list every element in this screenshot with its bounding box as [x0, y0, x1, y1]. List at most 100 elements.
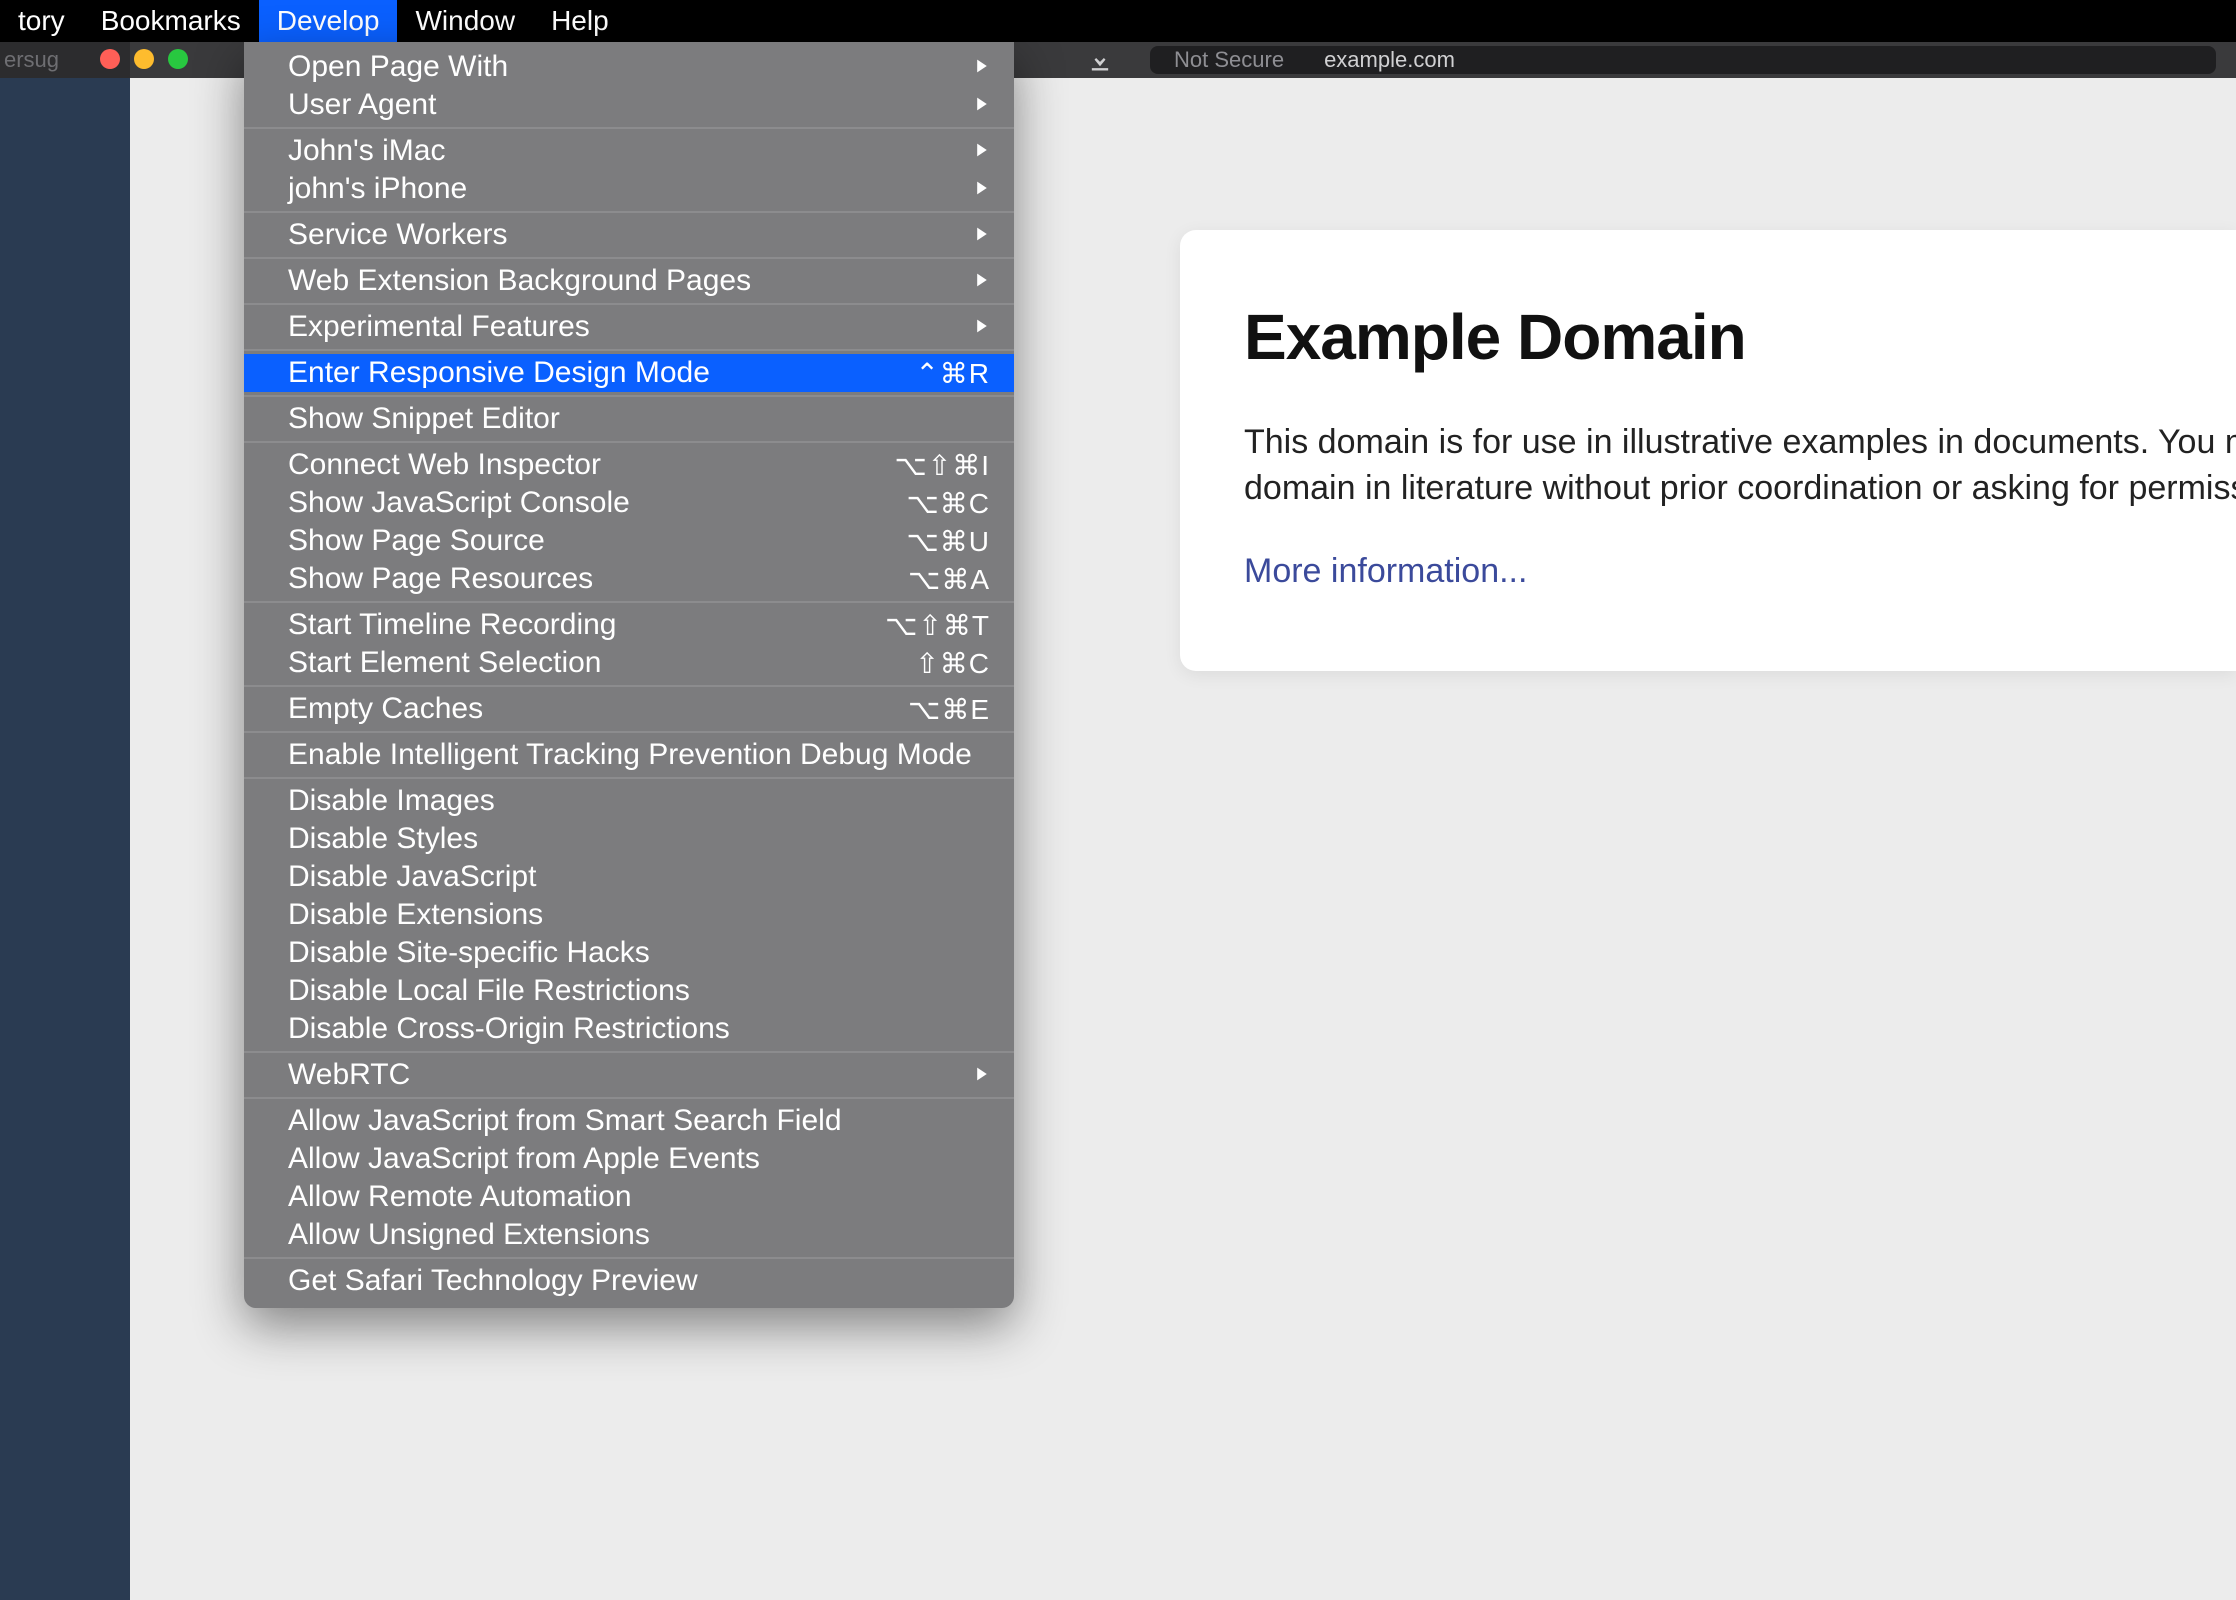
menu-item-window[interactable]: Window — [397, 0, 533, 42]
menu-item[interactable]: Connect Web Inspector ⌥⇧⌘I — [244, 446, 1014, 484]
submenu-arrow-icon — [974, 138, 990, 164]
menu-item[interactable]: john's iPhone — [244, 170, 1014, 208]
menu-separator — [244, 257, 1014, 259]
menu-item-history[interactable]: tory — [0, 0, 83, 42]
develop-menu-dropdown: Open Page WithUser Agent John's iMac john'… — [244, 42, 1014, 1308]
menu-item[interactable]: Disable Local File Restrictions — [244, 972, 1014, 1010]
menu-separator — [244, 303, 1014, 305]
menu-item[interactable]: Disable JavaScript — [244, 858, 1014, 896]
menu-item-label: User Agent — [288, 88, 436, 122]
menu-item[interactable]: Disable Extensions — [244, 896, 1014, 934]
menu-item-label: Disable Local File Restrictions — [288, 974, 690, 1008]
menu-item-label: Disable Extensions — [288, 898, 543, 932]
address-url: example.com — [1324, 47, 1455, 73]
minimize-window-button[interactable] — [134, 49, 154, 69]
menu-item[interactable]: Disable Images — [244, 782, 1014, 820]
address-bar[interactable]: Not Secure example.com — [1150, 46, 2216, 74]
menu-item-shortcut: ⌥⌘A — [908, 563, 990, 596]
close-window-button[interactable] — [100, 49, 120, 69]
menu-item-label: john's iPhone — [288, 172, 467, 206]
menu-item-label: Show JavaScript Console — [288, 486, 630, 520]
submenu-arrow-icon — [974, 222, 990, 248]
menu-item[interactable]: Disable Styles — [244, 820, 1014, 858]
menu-separator — [244, 731, 1014, 733]
menu-item[interactable]: Start Timeline Recording⌥⇧⌘T — [244, 606, 1014, 644]
menu-item[interactable]: Allow JavaScript from Smart Search Field — [244, 1102, 1014, 1140]
menu-item-label: Allow Unsigned Extensions — [288, 1218, 650, 1252]
menu-item-label: Disable JavaScript — [288, 860, 536, 894]
menu-item-label: Disable Images — [288, 784, 495, 818]
submenu-arrow-icon — [974, 314, 990, 340]
menu-item-shortcut: ⌥⇧⌘T — [885, 609, 990, 642]
menu-item[interactable]: Allow Unsigned Extensions — [244, 1216, 1014, 1254]
menu-separator — [244, 1257, 1014, 1259]
menu-item-label: Show Page Source — [288, 524, 545, 558]
menu-item[interactable]: Experimental Features — [244, 308, 1014, 346]
menu-item[interactable]: Show JavaScript Console ⌥⌘C — [244, 484, 1014, 522]
menu-separator — [244, 441, 1014, 443]
page-content-card: Example Domain This domain is for use in… — [1180, 230, 2236, 671]
menu-item[interactable]: Show Page Source⌥⌘U — [244, 522, 1014, 560]
menu-item[interactable]: Disable Site-specific Hacks — [244, 934, 1014, 972]
zoom-window-button[interactable] — [168, 49, 188, 69]
submenu-arrow-icon — [974, 1062, 990, 1088]
menu-item-label: John's iMac — [288, 134, 445, 168]
menu-separator — [244, 1097, 1014, 1099]
menu-separator — [244, 685, 1014, 687]
submenu-arrow-icon — [974, 92, 990, 118]
menu-item[interactable]: Start Element Selection⇧⌘C — [244, 644, 1014, 682]
menu-item[interactable]: Show Page Resources⌥⌘A — [244, 560, 1014, 598]
menu-item[interactable]: Web Extension Background Pages — [244, 262, 1014, 300]
menu-item[interactable]: Service Workers — [244, 216, 1014, 254]
menu-item-label: Connect Web Inspector — [288, 448, 601, 482]
menu-item[interactable]: Allow JavaScript from Apple Events — [244, 1140, 1014, 1178]
submenu-arrow-icon — [974, 268, 990, 294]
submenu-arrow-icon — [974, 176, 990, 202]
window-traffic-lights — [100, 49, 188, 69]
menu-separator — [244, 127, 1014, 129]
menu-item[interactable]: Disable Cross-Origin Restrictions — [244, 1010, 1014, 1048]
menu-item-shortcut: ⌥⌘E — [908, 693, 990, 726]
menu-item[interactable]: Allow Remote Automation — [244, 1178, 1014, 1216]
menu-item-label: Allow JavaScript from Apple Events — [288, 1142, 760, 1176]
menu-item[interactable]: Get Safari Technology Preview — [244, 1262, 1014, 1300]
menu-separator — [244, 777, 1014, 779]
page-body-text: This domain is for use in illustrative e… — [1244, 420, 2236, 512]
menu-item-label: Service Workers — [288, 218, 508, 252]
menu-item[interactable]: WebRTC — [244, 1056, 1014, 1094]
menu-item-bookmarks[interactable]: Bookmarks — [83, 0, 259, 42]
downloads-button[interactable] — [1070, 42, 1130, 78]
menu-item[interactable]: Show Snippet Editor — [244, 400, 1014, 438]
menu-item-label: Disable Cross-Origin Restrictions — [288, 1012, 730, 1046]
menu-separator — [244, 601, 1014, 603]
menu-item-label: Allow Remote Automation — [288, 1180, 632, 1214]
menu-item-shortcut: ⌃⌘R — [915, 357, 990, 390]
menu-item[interactable]: Enable Intelligent Tracking Prevention D… — [244, 736, 1014, 774]
menu-item[interactable]: User Agent — [244, 86, 1014, 124]
menu-item-develop[interactable]: Develop — [259, 0, 398, 42]
menu-item[interactable]: John's iMac — [244, 132, 1014, 170]
menubar: tory Bookmarks Develop Window Help — [0, 0, 2236, 42]
menu-separator — [244, 1051, 1014, 1053]
menu-item-shortcut: ⌥⌘C — [907, 487, 991, 520]
background-window-strip — [0, 78, 130, 1600]
menu-item-help[interactable]: Help — [533, 0, 627, 42]
menu-item[interactable]: Empty Caches⌥⌘E — [244, 690, 1014, 728]
menu-item-label: Disable Styles — [288, 822, 478, 856]
menu-item-label: Get Safari Technology Preview — [288, 1264, 698, 1298]
page-title: Example Domain — [1244, 300, 2236, 374]
menu-item-shortcut: ⌥⇧⌘I — [894, 449, 990, 482]
menu-item[interactable]: Enter Responsive Design Mode ⌃⌘R — [244, 354, 1014, 392]
security-status: Not Secure — [1174, 47, 1284, 73]
menu-separator — [244, 211, 1014, 213]
menu-item-label: Web Extension Background Pages — [288, 264, 751, 298]
menu-item-shortcut: ⇧⌘C — [915, 647, 990, 680]
menu-item-label: Enable Intelligent Tracking Prevention D… — [288, 738, 972, 772]
menu-item-label: Show Snippet Editor — [288, 402, 560, 436]
menu-item-label: WebRTC — [288, 1058, 410, 1092]
menu-item-label: Disable Site-specific Hacks — [288, 936, 650, 970]
menu-item-label: Enter Responsive Design Mode — [288, 356, 710, 390]
more-information-link[interactable]: More information... — [1244, 552, 1527, 590]
menu-separator — [244, 349, 1014, 351]
menu-item[interactable]: Open Page With — [244, 48, 1014, 86]
